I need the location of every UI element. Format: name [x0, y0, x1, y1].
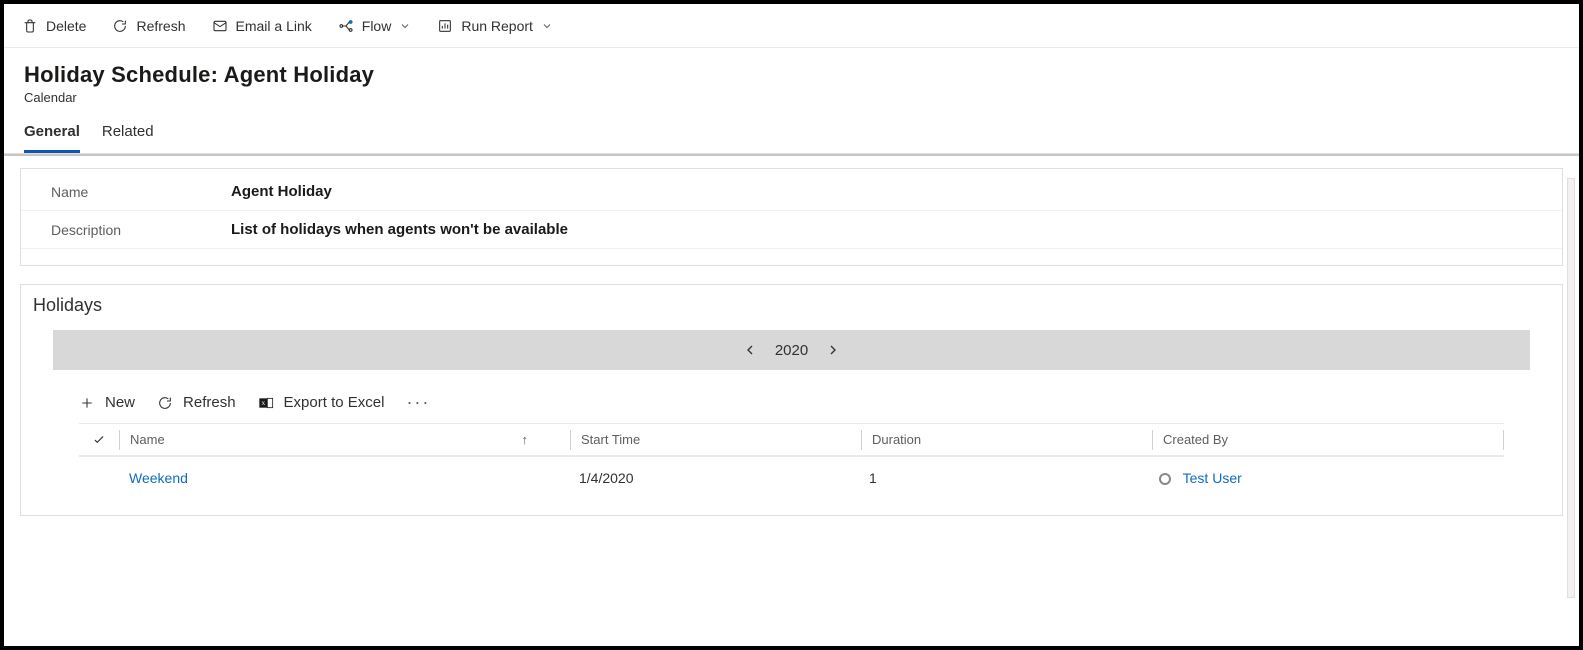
field-description-value: List of holidays when agents won't be av… [231, 221, 568, 238]
new-button[interactable]: New [79, 394, 135, 411]
page-title: Holiday Schedule: Agent Holiday [24, 62, 1559, 88]
mail-icon [212, 18, 228, 34]
page-subtitle: Calendar [24, 90, 1559, 105]
refresh-icon [157, 395, 173, 411]
tab-related[interactable]: Related [102, 123, 154, 153]
field-description-label: Description [51, 222, 231, 238]
cell-start-time: 1/4/2020 [569, 470, 859, 486]
presence-icon [1159, 473, 1171, 485]
created-by-link[interactable]: Test User [1183, 470, 1242, 486]
grid-header: Name ↑ Start Time Duration Created By [79, 423, 1504, 457]
cell-duration: 1 [859, 470, 1149, 486]
tab-general[interactable]: General [24, 123, 80, 153]
column-name-label: Name [130, 432, 165, 447]
field-name-row[interactable]: Name Agent Holiday [21, 173, 1562, 211]
email-link-button[interactable]: Email a Link [208, 14, 316, 38]
field-name-label: Name [51, 184, 231, 200]
holiday-name-link[interactable]: Weekend [129, 470, 188, 486]
field-description-row[interactable]: Description List of holidays when agents… [21, 211, 1562, 249]
field-name-value: Agent Holiday [231, 183, 332, 200]
holidays-title: Holidays [21, 289, 1562, 330]
select-all-checkbox[interactable] [79, 433, 119, 447]
flow-icon [338, 18, 354, 34]
grid-refresh-button[interactable]: Refresh [157, 394, 236, 411]
details-panel: Name Agent Holiday Description List of h… [20, 168, 1563, 266]
holidays-command-bar: New Refresh X Export to Excel ··· [21, 388, 1562, 423]
delete-label: Delete [46, 18, 86, 34]
holidays-panel: Holidays 2020 New Refresh [20, 284, 1563, 516]
column-created-by-label: Created By [1163, 432, 1228, 447]
run-report-button[interactable]: Run Report [433, 14, 557, 38]
table-row[interactable]: Weekend 1/4/2020 1 Test User [79, 457, 1504, 499]
export-button[interactable]: X Export to Excel [258, 394, 385, 411]
year-navigator: 2020 [53, 330, 1530, 370]
year-value: 2020 [775, 342, 808, 359]
column-duration[interactable]: Duration [862, 432, 1152, 447]
holidays-grid: Name ↑ Start Time Duration Created By [79, 423, 1504, 499]
year-prev-button[interactable] [741, 341, 759, 359]
page-header: Holiday Schedule: Agent Holiday Calendar [4, 48, 1579, 113]
excel-icon: X [258, 395, 274, 411]
command-bar: Delete Refresh Email a Link Flow Run Rep… [4, 4, 1579, 48]
delete-button[interactable]: Delete [18, 14, 90, 38]
column-name[interactable]: Name ↑ [120, 432, 570, 447]
trash-icon [22, 18, 38, 34]
more-commands-button[interactable]: ··· [406, 392, 430, 413]
refresh-icon [112, 18, 128, 34]
svg-text:X: X [261, 401, 265, 407]
export-label: Export to Excel [284, 394, 385, 411]
sort-ascending-icon: ↑ [522, 432, 529, 447]
grid-refresh-label: Refresh [183, 394, 236, 411]
scrollbar[interactable] [1567, 178, 1575, 598]
form-region: Name Agent Holiday Description List of h… [4, 154, 1579, 626]
run-report-label: Run Report [461, 18, 533, 34]
email-link-label: Email a Link [236, 18, 312, 34]
flow-button[interactable]: Flow [334, 14, 416, 38]
column-duration-label: Duration [872, 432, 921, 447]
refresh-button[interactable]: Refresh [108, 14, 189, 38]
new-label: New [105, 394, 135, 411]
plus-icon [79, 395, 95, 411]
report-icon [437, 18, 453, 34]
column-start-time[interactable]: Start Time [571, 432, 861, 447]
column-start-label: Start Time [581, 432, 640, 447]
chevron-down-icon [541, 20, 553, 32]
tab-list: General Related [4, 113, 1579, 154]
column-created-by[interactable]: Created By [1153, 432, 1503, 447]
refresh-label: Refresh [136, 18, 185, 34]
flow-label: Flow [362, 18, 392, 34]
chevron-down-icon [399, 20, 411, 32]
year-next-button[interactable] [824, 341, 842, 359]
